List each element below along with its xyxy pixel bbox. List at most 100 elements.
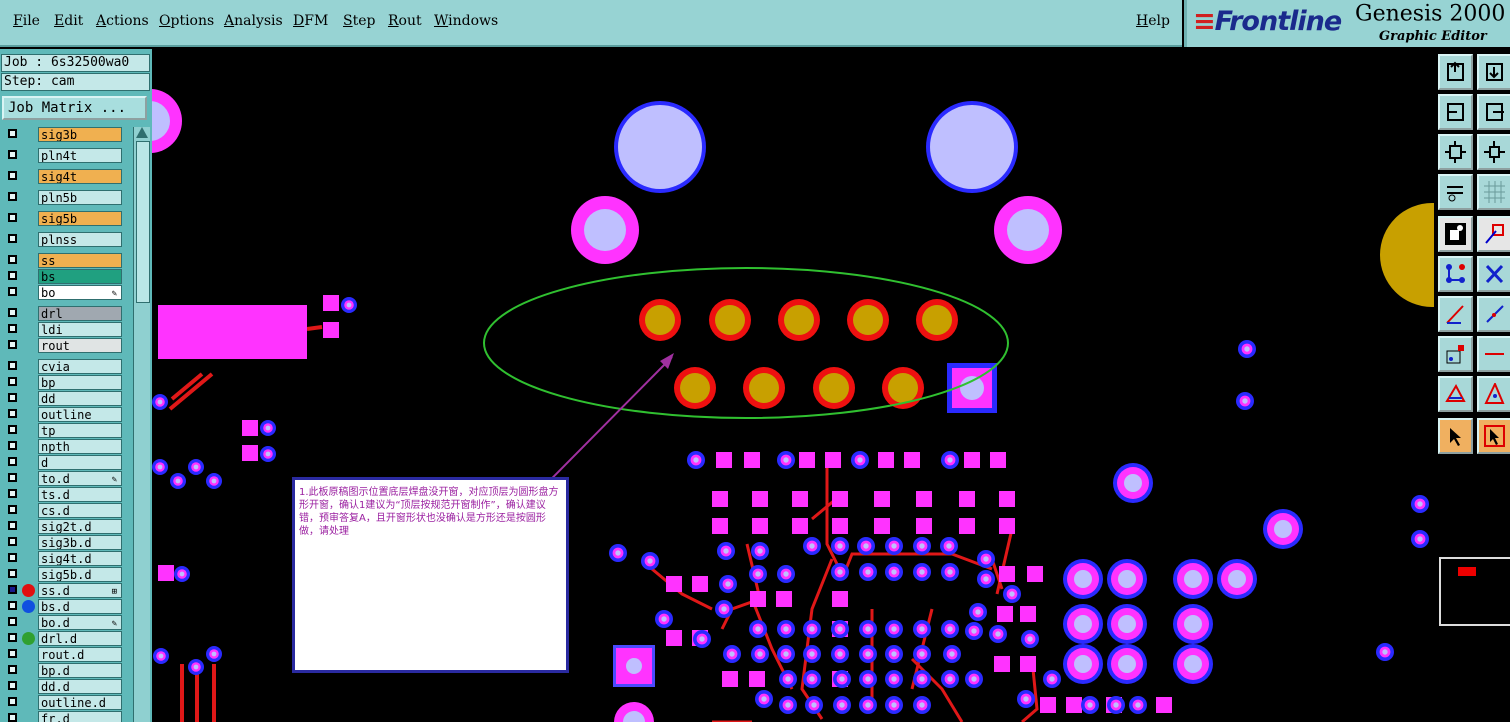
- scroll-up-arrow-icon[interactable]: [136, 127, 148, 138]
- layer-name[interactable]: pln4t: [38, 148, 122, 163]
- layer-checkbox[interactable]: [8, 633, 17, 642]
- layer-name[interactable]: ss.d ⊞: [38, 583, 122, 598]
- layer-row-sig3b-d[interactable]: sig3b.d: [2, 535, 124, 550]
- layer-row-bs[interactable]: bs: [2, 269, 124, 284]
- layer-checkbox[interactable]: [8, 234, 17, 243]
- layer-row-rout-d[interactable]: rout.d: [2, 647, 124, 662]
- layer-row-sig3b[interactable]: sig3b: [2, 127, 124, 142]
- layer-name[interactable]: bo.d ✎: [38, 615, 122, 630]
- layer-row-bp[interactable]: bp: [2, 375, 124, 390]
- layer-checkbox[interactable]: [8, 601, 17, 610]
- layer-checkbox[interactable]: [8, 537, 17, 546]
- cross-tool-button[interactable]: [1477, 256, 1510, 292]
- layer-checkbox[interactable]: [8, 361, 17, 370]
- zoom-page-button[interactable]: [1477, 54, 1510, 90]
- zoom-home-button[interactable]: [1438, 54, 1473, 90]
- overview-minimap[interactable]: [1439, 557, 1510, 626]
- layer-row-bs-d[interactable]: bs.d: [2, 599, 124, 614]
- layer-name[interactable]: sig2t.d: [38, 519, 122, 534]
- layer-row-fr-d[interactable]: fr.d: [2, 711, 124, 722]
- layer-row-bp-d[interactable]: bp.d: [2, 663, 124, 678]
- layer-row-sig4t[interactable]: sig4t: [2, 169, 124, 184]
- layer-checkbox[interactable]: [8, 340, 17, 349]
- layer-name[interactable]: drl: [38, 306, 122, 321]
- layer-row-bo[interactable]: bo ✎: [2, 285, 124, 300]
- layer-checkbox[interactable]: [8, 521, 17, 530]
- layer-name[interactable]: sig4t: [38, 169, 122, 184]
- zoom-center-button[interactable]: [1477, 134, 1510, 170]
- layer-checkbox[interactable]: [8, 409, 17, 418]
- layer-name[interactable]: sig4t.d: [38, 551, 122, 566]
- layer-name[interactable]: dd.d: [38, 679, 122, 694]
- layer-checkbox[interactable]: [8, 287, 17, 296]
- layer-row-tp[interactable]: tp: [2, 423, 124, 438]
- layer-name[interactable]: sig5b.d: [38, 567, 122, 582]
- select-box-pointer-button[interactable]: [1477, 418, 1510, 454]
- layer-name[interactable]: to.d ✎: [38, 471, 122, 486]
- layer-checkbox[interactable]: [8, 171, 17, 180]
- layer-checkbox[interactable]: [8, 308, 17, 317]
- layer-row-sig4t-d[interactable]: sig4t.d: [2, 551, 124, 566]
- layer-name[interactable]: fr.d: [38, 711, 122, 722]
- layer-checkbox[interactable]: [8, 617, 17, 626]
- layer-checkbox[interactable]: [8, 255, 17, 264]
- measure-button[interactable]: [1438, 174, 1473, 210]
- layer-name[interactable]: cs.d: [38, 503, 122, 518]
- add-line-button[interactable]: [1438, 296, 1473, 332]
- layer-checkbox[interactable]: [8, 192, 17, 201]
- layer-name[interactable]: rout.d: [38, 647, 122, 662]
- layer-checkbox[interactable]: [8, 324, 17, 333]
- add-slope-button[interactable]: [1477, 296, 1510, 332]
- pan-left-button[interactable]: [1438, 94, 1473, 130]
- layer-checkbox[interactable]: [8, 150, 17, 159]
- layer-checkbox[interactable]: [8, 553, 17, 562]
- layer-row-ldi[interactable]: ldi: [2, 322, 124, 337]
- layer-name[interactable]: ss: [38, 253, 122, 268]
- layer-row-sig5b[interactable]: sig5b: [2, 211, 124, 226]
- layer-checkbox[interactable]: [8, 585, 17, 594]
- layer-name[interactable]: outline.d: [38, 695, 122, 710]
- layer-row-sig2t-d[interactable]: sig2t.d: [2, 519, 124, 534]
- layer-name[interactable]: dd: [38, 391, 122, 406]
- pan-right-button[interactable]: [1477, 94, 1510, 130]
- layer-name[interactable]: drl.d: [38, 631, 122, 646]
- zoom-fit-button[interactable]: [1438, 134, 1473, 170]
- menu-file[interactable]: File: [13, 13, 40, 29]
- layer-name[interactable]: tp: [38, 423, 122, 438]
- layer-checkbox[interactable]: [8, 473, 17, 482]
- scroll-thumb[interactable]: [136, 141, 150, 303]
- layer-name[interactable]: pln5b: [38, 190, 122, 205]
- layer-row-ts-d[interactable]: ts.d: [2, 487, 124, 502]
- layer-checkbox[interactable]: [8, 271, 17, 280]
- layer-checkbox[interactable]: [8, 681, 17, 690]
- layer-row-d[interactable]: d: [2, 455, 124, 470]
- layer-checkbox[interactable]: [8, 425, 17, 434]
- layer-row-outline[interactable]: outline: [2, 407, 124, 422]
- menu-dfm[interactable]: DFM: [293, 13, 328, 29]
- layer-name[interactable]: bp: [38, 375, 122, 390]
- layer-row-to-d[interactable]: to.d ✎: [2, 471, 124, 486]
- layer-checkbox[interactable]: [8, 505, 17, 514]
- menu-options[interactable]: Options: [159, 13, 214, 29]
- menu-help[interactable]: Help: [1136, 13, 1170, 29]
- layer-name[interactable]: outline: [38, 407, 122, 422]
- layer-checkbox[interactable]: [8, 649, 17, 658]
- layer-name[interactable]: bs: [38, 269, 122, 284]
- layer-checkbox[interactable]: [8, 377, 17, 386]
- layer-name[interactable]: rout: [38, 338, 122, 353]
- layer-row-plnss[interactable]: plnss: [2, 232, 124, 247]
- graphic-editor-canvas[interactable]: 1.此板原稿图示位置底层焊盘没开窗，对应顶层为圆形盘方形开窗，确认1建议为“顶层…: [152, 49, 1434, 722]
- connect-nodes-button[interactable]: [1438, 256, 1473, 292]
- layer-checkbox[interactable]: [8, 393, 17, 402]
- select-rect-button[interactable]: [1477, 216, 1510, 252]
- layer-name[interactable]: ts.d: [38, 487, 122, 502]
- snap-button[interactable]: [1438, 216, 1473, 252]
- menu-step[interactable]: Step: [343, 13, 375, 29]
- layer-checkbox[interactable]: [8, 213, 17, 222]
- layer-checkbox[interactable]: [8, 489, 17, 498]
- layer-row-rout[interactable]: rout: [2, 338, 124, 353]
- layer-row-cvia[interactable]: cvia: [2, 359, 124, 374]
- layer-row-dd-d[interactable]: dd.d: [2, 679, 124, 694]
- job-matrix-button[interactable]: Job Matrix ...: [2, 96, 147, 120]
- layer-name[interactable]: sig5b: [38, 211, 122, 226]
